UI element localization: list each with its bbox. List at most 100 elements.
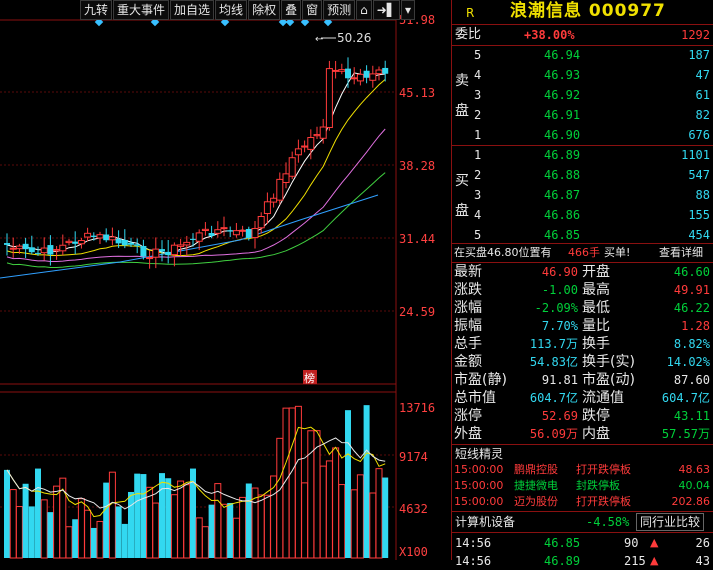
candle-body [313,134,321,137]
candle-body [59,244,67,252]
candle-body [338,69,346,72]
jiuzhuan-button[interactable]: 九转 [80,0,113,20]
buy-level-row[interactable]: 1 46.89 1101 [452,146,713,164]
volume-bar [146,486,154,559]
sector-row: 计算机设备 -4.58% 同行业比较 [452,513,713,531]
candle-body [159,249,165,252]
volume-bar [183,484,191,559]
quote-row: 外盘 56.09万 内盘 57.57万 [454,426,710,442]
volume-bar [325,460,333,559]
volume-bar [77,498,85,559]
volume-bar [28,506,35,558]
volume-bar [332,447,340,559]
order-ratio-row: 委比 +38.00% 1292 [455,27,710,42]
volume-bar [345,410,351,558]
volume-bar [9,489,17,559]
arrow-icon[interactable]: ➜▌ [372,0,401,20]
candle-body [325,68,333,128]
quote-row: 涨停 52.69 跌停 43.11 [454,408,710,424]
kline-chart[interactable]: ← 50.26 榜 [0,0,451,560]
industry-compare-button[interactable]: 同行业比较 [636,513,705,531]
volume-bar [319,465,327,559]
add-watchlist-button[interactable]: 加自选 [170,0,215,20]
volume-axis-label: 9174 [399,450,428,464]
volume-bar [121,523,128,558]
candle-body [128,242,134,245]
candle-body [72,241,79,244]
candle-body [35,252,41,254]
candle-body [115,238,122,244]
sector-name[interactable]: 计算机设备 [455,513,515,531]
quote-row: 振幅 7.70% 量比 1.28 [454,318,710,334]
candle-body [375,69,383,75]
candle-body [96,234,104,239]
buy-level-row[interactable]: 4 46.86 155 [452,206,713,224]
big-order-alert[interactable]: 在买盘46.80位置有 466手 买单! 查看详细 [452,244,713,262]
candle-body [201,228,209,232]
forecast-button[interactable]: 预测 [323,0,356,20]
candle-body [319,126,327,139]
sell-level-row[interactable]: 2 46.91 82 [452,106,713,124]
rank-badge-label: 榜 [304,371,315,385]
r-tag: R [466,6,475,20]
major-events-button[interactable]: 重大事件 [113,0,170,20]
candle-body [227,230,234,232]
volume-bar [276,437,284,559]
candle-body [177,244,185,247]
dropdown-icon[interactable]: ▾ [401,0,416,20]
moving-average-line [0,194,379,279]
sell-level-row[interactable]: 3 46.92 61 [452,86,713,104]
overlay-button[interactable]: 叠 [281,0,302,20]
sprite-row[interactable]: 15:00:00 鹏鼎控股 打开跌停板 48.63 [452,462,713,478]
lock-icon[interactable]: ⌂ [356,0,372,20]
tick-row: 14:56 46.85 90 ▲ 26 [455,536,710,550]
candle-body [270,197,278,203]
tick-row: 14:56 46.89 215 ▲ 43 [455,554,710,568]
view-details-link[interactable]: 查看详细 [659,244,703,262]
sell-level-row[interactable]: 4 46.93 47 [452,66,713,84]
quote-row: 涨幅 -2.09% 最低 46.22 [454,300,710,316]
volume-bar [159,473,165,558]
candle-body [152,248,160,258]
buy-level-row[interactable]: 5 46.85 454 [452,226,713,244]
candle-body [301,145,309,148]
volume-bar [301,482,309,559]
candle-body [134,244,141,246]
sell-level-row[interactable]: 1 46.90 676 [452,126,713,144]
quote-panel: R 浪潮信息 000977 委比 +38.00% 1292 卖盘 5 46.94 1… [451,0,713,568]
candle-body [170,244,178,256]
volume-bar [72,519,79,558]
candle-body [195,232,203,242]
candle-body [9,247,17,250]
volume-bar [227,502,234,558]
sprite-row[interactable]: 15:00:00 捷捷微电 封跌停板 40.04 [452,478,713,494]
candle-body [332,69,340,72]
volume-bar [263,494,271,559]
volume-bar [313,430,321,559]
volume-bar [350,489,358,559]
candle-body [108,236,116,241]
buy-level-row[interactable]: 2 46.88 547 [452,166,713,184]
volume-bar [128,491,134,558]
buy-level-row[interactable]: 3 46.87 88 [452,186,713,204]
candle-body [4,243,10,245]
sprite-title: 短线精灵 [455,447,504,461]
candle-body [257,216,265,229]
candle-body [22,243,29,250]
volume-bar [382,477,389,558]
candle-body [84,232,92,238]
sell-level-row[interactable]: 5 46.94 187 [452,46,713,64]
stock-title: 浪潮信息 000977 [510,1,666,21]
volume-bar [338,484,346,559]
moving-average-button[interactable]: 均线 [215,0,248,20]
candle-body [121,239,128,246]
window-button[interactable]: 窗 [302,0,323,20]
volume-bar [90,527,97,558]
volume-bar [245,483,252,558]
candle-body [65,240,73,244]
sprite-row[interactable]: 15:00:00 迈为股份 打开跌停板 202.86 [452,494,713,510]
volume-bar [208,504,215,558]
ex-rights-button[interactable]: 除权 [248,0,281,20]
quote-row: 总手 113.7万 换手 8.82% [454,336,710,352]
volume-bar [294,405,302,559]
